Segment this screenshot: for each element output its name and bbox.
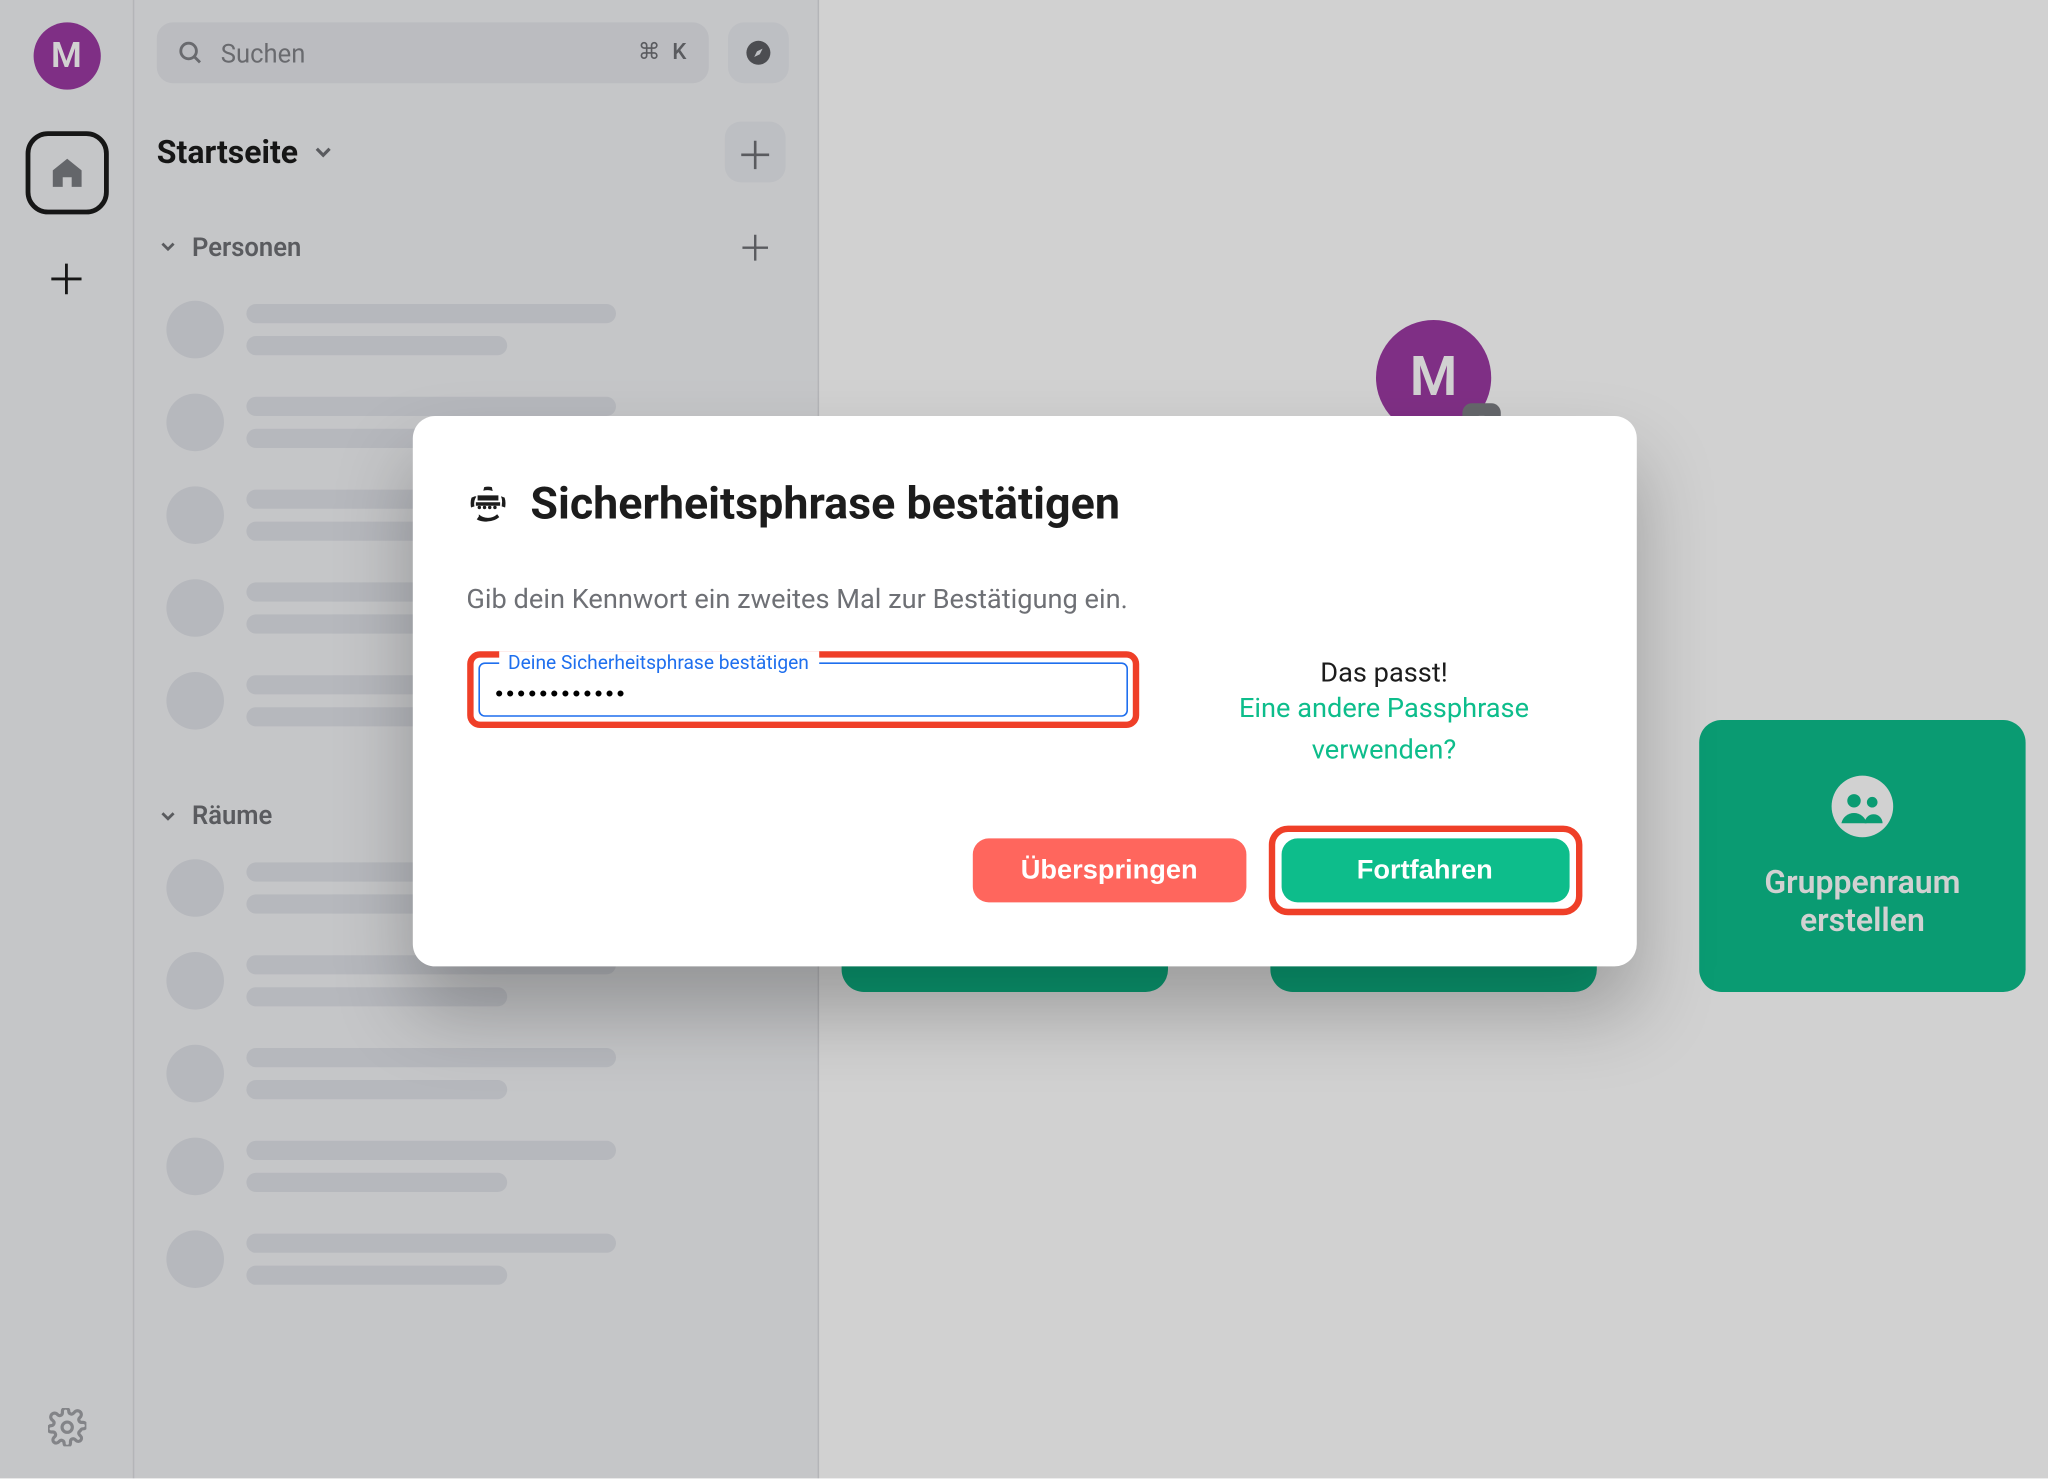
- skip-button[interactable]: Überspringen: [973, 839, 1246, 903]
- dialog-instruction: Gib dein Kennwort ein zweites Mal zur Be…: [466, 584, 1581, 616]
- status-match: Das passt!: [1186, 658, 1581, 690]
- continue-button[interactable]: Fortfahren: [1281, 839, 1569, 903]
- shield-key-icon: [466, 483, 508, 525]
- modal-overlay: Sicherheitsphrase bestätigen Gib dein Ke…: [0, 0, 2048, 1479]
- use-different-passphrase-link[interactable]: Eine andere Passphrase verwenden?: [1186, 690, 1581, 772]
- dialog-title: Sicherheitsphrase bestätigen: [530, 477, 1120, 530]
- continue-button-highlight: Fortfahren: [1268, 826, 1582, 916]
- passphrase-field-highlight: Deine Sicherheitsphrase bestätigen: [466, 652, 1138, 729]
- field-label: Deine Sicherheitsphrase bestätigen: [498, 652, 818, 674]
- security-phrase-dialog: Sicherheitsphrase bestätigen Gib dein Ke…: [412, 416, 1636, 966]
